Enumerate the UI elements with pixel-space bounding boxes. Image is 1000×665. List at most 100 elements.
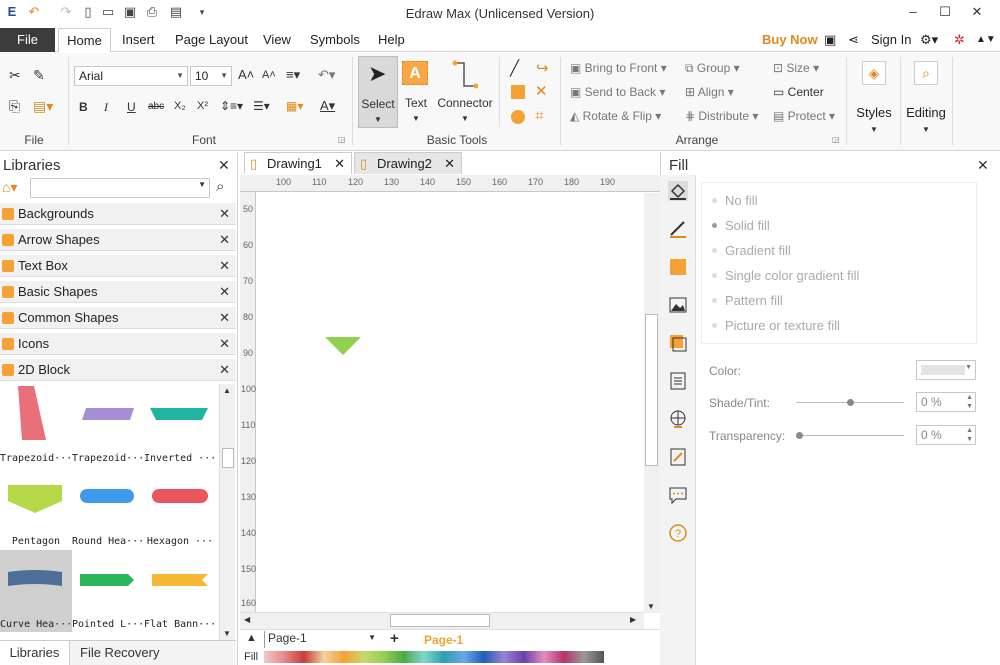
protect-button[interactable]: ▤ Protect ▾ (773, 109, 835, 123)
paste-icon[interactable]: ▤▾ (33, 98, 53, 115)
close-icon[interactable]: ✕ (219, 229, 230, 251)
cut-icon[interactable]: ✂ (9, 67, 21, 84)
shape-thumbnail[interactable]: Trapezoid··· (72, 384, 144, 466)
shape-thumbnail[interactable]: Flat Bann··· (144, 550, 216, 632)
tab-insert[interactable]: Insert (118, 28, 159, 52)
close-icon[interactable]: ✕ (219, 333, 230, 355)
layer-icon[interactable] (668, 333, 688, 353)
tab-drawing1[interactable]: ▯ Drawing1 ✕ (244, 152, 352, 174)
help-icon[interactable]: ? (668, 523, 688, 543)
bold-icon[interactable]: B (79, 100, 88, 114)
account-icon[interactable]: ▣ (820, 28, 840, 52)
close-icon[interactable]: ✕ (334, 153, 345, 175)
canvas-horizontal-scrollbar[interactable]: ◀ ▶ (240, 612, 644, 629)
shape-thumbnail-selected[interactable]: Curve Hea··· (0, 550, 72, 632)
share-icon[interactable]: ⋖ (844, 28, 863, 52)
library-item[interactable]: Basic Shapes ✕ (0, 281, 236, 303)
superscript-icon[interactable]: X² (197, 100, 208, 112)
bullets-icon[interactable]: ☰▾ (253, 99, 270, 113)
slider-handle[interactable] (796, 432, 803, 439)
text-tool-button[interactable]: A Text ▼ (400, 58, 432, 128)
solid-fill-option[interactable]: Solid fill (712, 218, 770, 233)
font-family-select[interactable]: Arial ▼ (74, 66, 188, 86)
underline-icon[interactable]: U (127, 100, 136, 114)
note-icon[interactable] (668, 447, 688, 467)
library-item[interactable]: Text Box ✕ (0, 255, 236, 277)
close-icon[interactable]: ✕ (219, 203, 230, 225)
arc-tool-icon[interactable]: ↪ (536, 59, 549, 77)
connector-tool-button[interactable]: Connector ▼ (434, 58, 496, 128)
rectangle-tool-icon[interactable] (511, 85, 525, 99)
no-fill-option[interactable]: No fill (712, 193, 758, 208)
rotate-flip-button[interactable]: ◭ Rotate & Flip ▾ (570, 109, 661, 123)
collapse-ribbon-icon[interactable]: ▲▼ (972, 28, 1000, 52)
line-style-icon[interactable] (668, 219, 688, 239)
editing-button[interactable]: ⌕ Editing ▼ (904, 57, 948, 141)
scrollbar-thumb[interactable] (390, 614, 490, 627)
group-button[interactable]: ⧉ Group ▾ (685, 61, 740, 76)
library-item[interactable]: Backgrounds ✕ (0, 203, 236, 225)
library-item[interactable]: Icons ✕ (0, 333, 236, 355)
transparency-slider[interactable] (796, 432, 904, 439)
shape-thumbnail[interactable]: Round Hea··· (72, 467, 144, 549)
tab-drawing2[interactable]: ▯ Drawing2 ✕ (354, 152, 462, 174)
close-icon[interactable]: ✕ (219, 255, 230, 277)
comment-icon[interactable] (668, 485, 688, 505)
shade-tint-slider[interactable] (796, 399, 904, 406)
close-icon[interactable]: ✕ (444, 153, 455, 175)
buy-now-link[interactable]: Buy Now (758, 28, 822, 52)
styles-button[interactable]: ◈ Styles ▼ (852, 57, 896, 141)
shape-thumbnail[interactable]: Trapezoid··· (0, 384, 72, 466)
close-fill-pane-icon[interactable]: ✕ (977, 157, 989, 174)
tab-file[interactable]: File (0, 28, 55, 52)
tab-view[interactable]: View (259, 28, 295, 52)
shadow-icon[interactable] (668, 257, 688, 277)
subscript-icon[interactable]: X₂ (174, 100, 186, 112)
copy-icon[interactable]: ⎘ (9, 98, 20, 115)
cross-tool-icon[interactable]: ✕ (535, 82, 548, 100)
page-tab[interactable]: Page-1 (424, 633, 463, 647)
fill-bucket-icon[interactable] (668, 181, 688, 201)
canvas-vertical-scrollbar[interactable]: ▼ (644, 193, 660, 613)
image-icon[interactable] (668, 295, 688, 315)
tab-file-recovery[interactable]: File Recovery (80, 641, 159, 665)
select-tool-button[interactable]: ➤ Select ▼ (358, 56, 398, 128)
font-dialog-launcher-icon[interactable]: ◲ (338, 135, 346, 144)
library-scrollbar[interactable]: ▲ ▼ (219, 384, 235, 640)
transparency-stepper[interactable]: 0 % ▲ ▼ (916, 425, 976, 445)
distribute-button[interactable]: ⋕ Distribute ▾ (685, 109, 758, 123)
text-direction-icon[interactable]: ↶▾ (318, 67, 335, 83)
line-spacing-icon[interactable]: ⇕≡▾ (220, 99, 243, 113)
maximize-button[interactable]: ☐ (930, 2, 960, 22)
line-tool-icon[interactable]: ╱ (510, 59, 519, 77)
shade-tint-stepper[interactable]: 0 % ▲ ▼ (916, 392, 976, 412)
slider-handle[interactable] (847, 399, 854, 406)
page-select[interactable]: Page-1 ▼ (264, 631, 380, 648)
tab-libraries[interactable]: Libraries (0, 641, 70, 665)
strikethrough-icon[interactable]: abc (148, 101, 164, 112)
tab-home[interactable]: Home (58, 28, 111, 53)
shape-thumbnail[interactable]: Hexagon ··· (144, 467, 216, 549)
size-button[interactable]: ⊡ Size ▾ (773, 61, 819, 75)
pattern-fill-option[interactable]: Pattern fill (712, 293, 783, 308)
font-color-icon[interactable]: A▾ (320, 98, 335, 114)
italic-icon[interactable]: I (104, 100, 108, 115)
ellipse-tool-icon[interactable] (511, 110, 525, 124)
library-search-input[interactable]: ▼ (30, 178, 210, 198)
shape-thumbnail[interactable]: Pointed L··· (72, 550, 144, 632)
align-text-icon[interactable]: ≡▾ (286, 67, 300, 83)
library-item[interactable]: Arrow Shapes ✕ (0, 229, 236, 251)
add-page-icon[interactable]: + (390, 630, 399, 647)
shape-thumbnail[interactable]: Pentagon (0, 467, 72, 549)
color-picker[interactable]: ▼ (916, 360, 976, 380)
tab-help[interactable]: Help (374, 28, 409, 52)
page-properties-icon[interactable] (668, 371, 688, 391)
drawing-canvas[interactable] (257, 193, 644, 612)
grow-font-icon[interactable]: A˄ (238, 67, 254, 82)
font-size-select[interactable]: 10 ▼ (190, 66, 232, 86)
palette-swatches[interactable] (264, 651, 604, 663)
color-palette[interactable]: Fill (240, 649, 660, 665)
curve-header-shape[interactable] (325, 337, 585, 355)
tab-page-layout[interactable]: Page Layout (171, 28, 252, 52)
gradient-fill-option[interactable]: Gradient fill (712, 243, 791, 258)
